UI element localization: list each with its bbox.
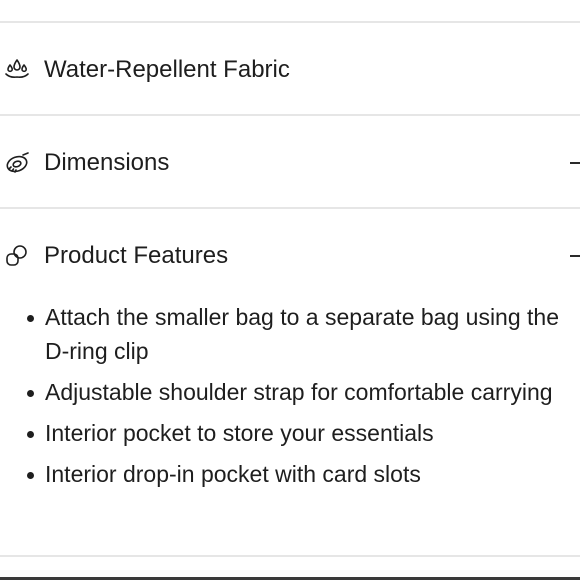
collapse-icon[interactable] bbox=[570, 162, 580, 164]
linked-shapes-icon bbox=[3, 242, 31, 270]
collapse-icon[interactable] bbox=[570, 255, 580, 257]
divider bbox=[0, 21, 580, 23]
list-item: Attach the smaller bag to a separate bag… bbox=[0, 300, 580, 368]
product-features-list: Attach the smaller bag to a separate bag… bbox=[0, 300, 580, 498]
accordion-title: Product Features bbox=[44, 242, 229, 269]
bullet-icon bbox=[27, 390, 34, 397]
feature-text: Interior pocket to store your essentials bbox=[45, 420, 434, 446]
feature-text: Interior drop-in pocket with card slots bbox=[45, 461, 421, 487]
divider bbox=[0, 555, 580, 557]
divider bbox=[0, 114, 580, 116]
accordion-header-dimensions[interactable]: Dimensions bbox=[0, 139, 580, 187]
feature-text: Adjustable shoulder strap for comfortabl… bbox=[45, 379, 553, 405]
water-drops-icon bbox=[3, 56, 31, 84]
list-item: Interior drop-in pocket with card slots bbox=[0, 457, 580, 491]
bullet-icon bbox=[27, 315, 34, 322]
feature-text: Attach the smaller bag to a separate bag… bbox=[45, 304, 559, 364]
divider bbox=[0, 207, 580, 209]
accordion-header-water-repellent[interactable]: Water-Repellent Fabric bbox=[0, 46, 580, 94]
accordion-header-product-features[interactable]: Product Features bbox=[0, 232, 580, 280]
accordion-title: Dimensions bbox=[44, 149, 170, 176]
product-details-accordion: Water-Repellent Fabric Dimensions Produc… bbox=[0, 0, 580, 580]
bullet-icon bbox=[27, 472, 34, 479]
accordion-title: Water-Repellent Fabric bbox=[44, 56, 290, 83]
measuring-tape-icon bbox=[3, 149, 31, 177]
bullet-icon bbox=[27, 431, 34, 438]
list-item: Adjustable shoulder strap for comfortabl… bbox=[0, 375, 580, 409]
list-item: Interior pocket to store your essentials bbox=[0, 416, 580, 450]
